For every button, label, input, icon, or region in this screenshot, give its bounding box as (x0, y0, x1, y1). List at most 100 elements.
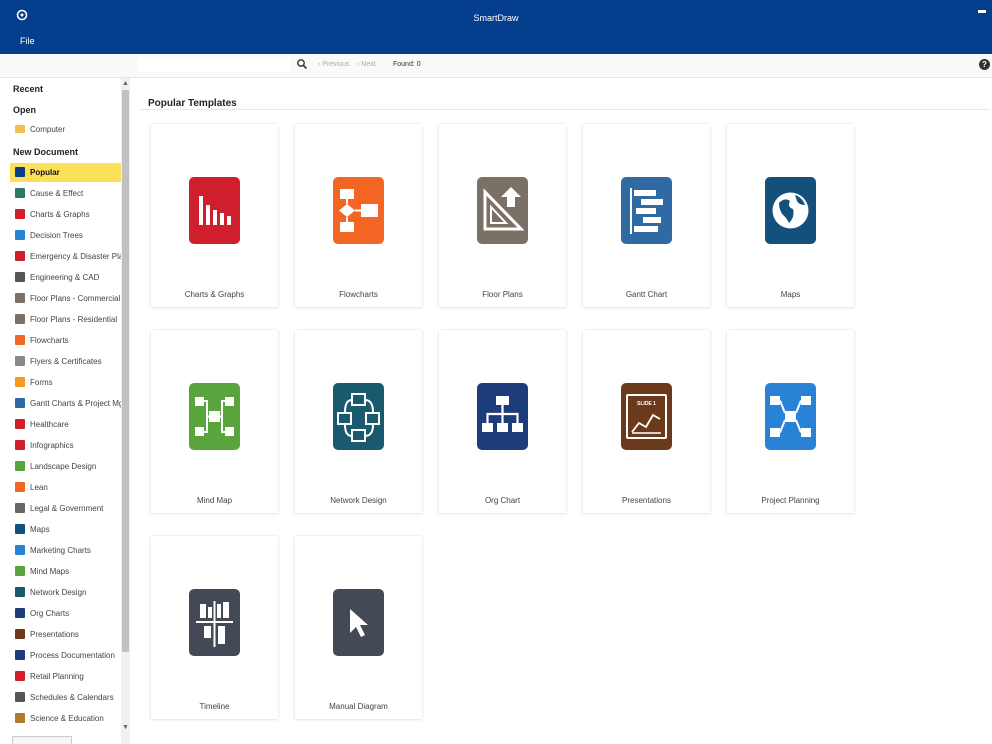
template-card-maps[interactable]: Maps (727, 124, 854, 307)
sidebar-item-decision-trees[interactable]: Decision Trees (10, 226, 121, 245)
sidebar-open[interactable]: Open (13, 105, 36, 115)
scroll-down-icon[interactable]: ▼ (122, 724, 129, 731)
sidebar-item-label: Emergency & Disaster Pla... (30, 252, 122, 261)
lean-icon (15, 482, 25, 492)
sidebar-item-healthcare[interactable]: Healthcare (10, 415, 121, 434)
sidebar-item-emergency-disaster-pla[interactable]: Emergency & Disaster Pla... (10, 247, 122, 266)
emergency-disaster-pla-icon (15, 251, 25, 261)
sidebar-item-label: Cause & Effect (30, 189, 84, 198)
help-icon[interactable]: ? (979, 59, 990, 70)
sidebar-item-label: Forms (30, 378, 53, 387)
sidebar-scrollbar[interactable]: ▲ ▼ (121, 78, 130, 744)
sidebar-item-legal-government[interactable]: Legal & Government (10, 499, 121, 518)
sidebar-item-schedules-calendars[interactable]: Schedules & Calendars (10, 688, 121, 707)
section-title: Popular Templates (148, 98, 237, 109)
find-bar: ‹ Previous › Next Found: 0 ? (0, 54, 992, 78)
legal-government-icon (15, 503, 25, 513)
sidebar-item-engineering-cad[interactable]: Engineering & CAD (10, 268, 121, 287)
sidebar-item-gantt-charts-project-mgt[interactable]: Gantt Charts & Project Mgt (10, 394, 122, 413)
template-card-label: Gantt Chart (625, 290, 668, 299)
template-card-gantt-chart[interactable]: Gantt Chart (583, 124, 710, 307)
sidebar-item-landscape-design[interactable]: Landscape Design (10, 457, 121, 476)
infographics-icon (15, 440, 25, 450)
next-button[interactable]: › Next (357, 61, 376, 68)
marketing-charts-icon (15, 545, 25, 555)
template-card-label: Flowcharts (339, 290, 378, 299)
sidebar-item-science-education[interactable]: Science & Education (10, 709, 121, 728)
sidebar-item-forms[interactable]: Forms (10, 373, 121, 392)
sidebar-item-popular[interactable]: Popular (10, 163, 121, 182)
template-card-org-chart[interactable]: Org Chart (439, 330, 566, 513)
charts-graphs-icon (15, 209, 25, 219)
search-icon[interactable] (296, 58, 308, 70)
floor-plans-residential-icon (15, 314, 25, 324)
mind-maps-icon (15, 566, 25, 576)
floor-plan-icon (477, 177, 528, 244)
sidebar-item-label: Legal & Government (30, 504, 104, 513)
template-card-label: Timeline (199, 702, 230, 711)
scroll-thumb[interactable] (122, 90, 129, 652)
sidebar-item-presentations[interactable]: Presentations (10, 625, 121, 644)
scroll-up-icon[interactable]: ▲ (122, 80, 129, 87)
sidebar-item-network-design[interactable]: Network Design (10, 583, 121, 602)
sidebar-item-flowcharts[interactable]: Flowcharts (10, 331, 121, 350)
sidebar-item-label: Popular (30, 168, 60, 177)
sidebar-item-infographics[interactable]: Infographics (10, 436, 121, 455)
gantt-icon (621, 177, 672, 244)
template-card-project-planning[interactable]: Project Planning (727, 330, 854, 513)
sidebar-new-document: New Document (13, 147, 79, 157)
sidebar-item-label: Engineering & CAD (30, 273, 100, 282)
minimize-button[interactable] (978, 10, 986, 13)
template-card-manual-diagram[interactable]: Manual Diagram (295, 536, 422, 719)
file-menu[interactable]: File (20, 36, 35, 46)
previous-button[interactable]: ‹ Previous (318, 61, 350, 68)
sidebar-footer-tab[interactable] (12, 736, 72, 744)
sidebar-item-label: Flowcharts (30, 336, 69, 345)
sidebar-item-maps[interactable]: Maps (10, 520, 121, 539)
sidebar-item-label: Org Charts (30, 609, 70, 618)
sidebar-recent[interactable]: Recent (13, 84, 43, 94)
template-card-presentations[interactable]: SLIDE 1 Presentations (583, 330, 710, 513)
template-card-label: Network Design (330, 496, 387, 505)
section-divider (140, 109, 990, 110)
sidebar-item-floor-plans-residential[interactable]: Floor Plans - Residential (10, 310, 121, 329)
bar-chart-icon (189, 177, 240, 244)
sidebar-item-mind-maps[interactable]: Mind Maps (10, 562, 121, 581)
search-input[interactable] (138, 59, 290, 72)
sidebar-item-lean[interactable]: Lean (10, 478, 121, 497)
template-card-mind-map[interactable]: Mind Map (151, 330, 278, 513)
template-card-charts-graphs[interactable]: Charts & Graphs (151, 124, 278, 307)
template-card-label: Org Chart (484, 496, 521, 505)
sidebar-item-label: Schedules & Calendars (30, 693, 114, 702)
sidebar-item-flyers-certificates[interactable]: Flyers & Certificates (10, 352, 121, 371)
org-charts-icon (15, 608, 25, 618)
template-card-floor-plans[interactable]: Floor Plans (439, 124, 566, 307)
sidebar-item-label: Floor Plans - Commercial (30, 294, 121, 303)
retail-planning-icon (15, 671, 25, 681)
sidebar-item-label: Decision Trees (30, 231, 83, 240)
timeline-icon (189, 589, 240, 656)
popular-icon (15, 167, 25, 177)
folder-icon (15, 125, 25, 133)
network-design-icon (15, 587, 25, 597)
sidebar-item-label: Landscape Design (30, 462, 97, 471)
template-card-flowcharts[interactable]: Flowcharts (295, 124, 422, 307)
sidebar-item-retail-planning[interactable]: Retail Planning (10, 667, 121, 686)
template-card-timeline[interactable]: Timeline (151, 536, 278, 719)
sidebar-item-process-documentation[interactable]: Process Documentation (10, 646, 121, 665)
sidebar-item-label: Charts & Graphs (30, 210, 90, 219)
network-icon (333, 383, 384, 450)
svg-text:SLIDE 1: SLIDE 1 (637, 401, 656, 407)
sidebar-item-org-charts[interactable]: Org Charts (10, 604, 121, 623)
healthcare-icon (15, 419, 25, 429)
sidebar-item-charts-graphs[interactable]: Charts & Graphs (10, 205, 121, 224)
decision-trees-icon (15, 230, 25, 240)
template-card-label: Charts & Graphs (184, 290, 245, 299)
sidebar-item-label: Lean (30, 483, 48, 492)
sidebar-item-marketing-charts[interactable]: Marketing Charts (10, 541, 121, 560)
template-card-label: Maps (780, 290, 801, 299)
sidebar-item-floor-plans-commercial[interactable]: Floor Plans - Commercial (10, 289, 121, 308)
template-card-network-design[interactable]: Network Design (295, 330, 422, 513)
sidebar-item-cause-effect[interactable]: Cause & Effect (10, 184, 121, 203)
sidebar-item-computer[interactable]: Computer (10, 120, 121, 139)
